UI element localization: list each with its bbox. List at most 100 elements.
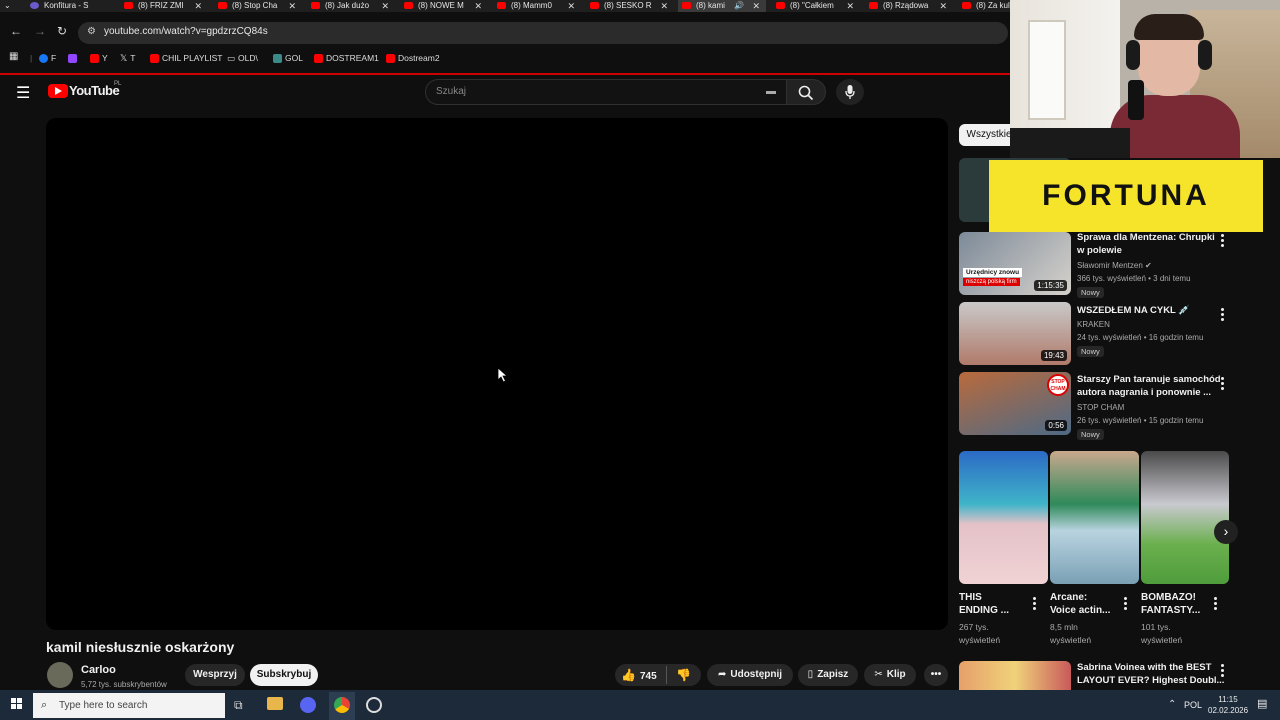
more-vertical-icon[interactable] <box>1033 597 1037 612</box>
bookmark-item[interactable]: GOL <box>273 53 303 64</box>
save-button[interactable]: ▯ Zapisz <box>798 664 858 686</box>
bookmark-item[interactable] <box>68 53 80 64</box>
new-badge: Nowy <box>1077 287 1104 298</box>
video-thumbnail[interactable]: 19:43 <box>959 302 1071 365</box>
browser-tab[interactable]: (8) Rządowa ✕ <box>869 0 947 12</box>
folder-icon: ▭ <box>227 53 236 63</box>
keyboard-icon[interactable]: ▬ <box>766 86 776 97</box>
chevron-right-icon: › <box>1223 523 1229 539</box>
browser-tab[interactable]: Konfitura - S <box>30 0 116 12</box>
video-channel[interactable]: STOP CHAM <box>1077 401 1124 414</box>
language-indicator[interactable]: POL <box>1184 700 1202 710</box>
forward-arrow-icon[interactable]: → <box>34 24 46 38</box>
more-vertical-icon[interactable] <box>1214 597 1218 612</box>
browser-tab[interactable]: (8) SESKO R ✕ <box>590 0 668 12</box>
task-view-icon[interactable]: ⧉ <box>234 698 243 713</box>
close-tab-icon[interactable]: ✕ <box>474 0 482 12</box>
short-thumbnail[interactable] <box>959 451 1048 584</box>
video-title[interactable]: Sabrina Voinea with the BEST LAYOUT EVER?… <box>1077 661 1224 687</box>
youtube-icon <box>90 54 99 64</box>
taskbar-search-input[interactable]: ⌕ Type here to search <box>33 693 225 718</box>
thumbs-down-icon[interactable]: 👎 <box>676 668 691 682</box>
twitch-icon <box>68 54 77 64</box>
chrome-icon[interactable] <box>334 697 350 713</box>
subscribe-button[interactable]: Subskrybuj <box>250 664 318 686</box>
close-tab-icon[interactable]: ✕ <box>660 0 668 12</box>
tab-list-chevron-icon[interactable]: ⌄ <box>4 0 24 12</box>
browser-tab[interactable]: (8) Stop Cha ✕ <box>218 0 296 12</box>
clock[interactable]: 11:15 02.02.2026 <box>1208 694 1248 716</box>
video-title[interactable]: Sprawa dla Mentzena: Chrupki w polewie <box>1077 231 1215 257</box>
video-title[interactable]: Starszy Pan taranuje samochód autora nagr… <box>1077 373 1221 399</box>
site-info-icon[interactable]: ⚙ <box>87 26 96 37</box>
video-title[interactable]: WSZEDŁEM NA CYKL 💉 <box>1077 304 1190 317</box>
search-input[interactable]: Szukaj ▬ <box>425 79 787 105</box>
fortuna-ad-banner[interactable]: FORTUNA <box>989 160 1263 232</box>
video-thumbnail[interactable]: STOP CHAM 0:56 <box>959 372 1071 435</box>
short-title[interactable]: THIS ENDING ... <box>959 591 1009 617</box>
browser-tab[interactable]: (8) FRIZ ZMI ✕ <box>124 0 202 12</box>
youtube-favicon-icon <box>869 2 878 10</box>
video-thumbnail[interactable] <box>959 661 1071 691</box>
more-vertical-icon[interactable] <box>1221 234 1225 249</box>
support-button[interactable]: Wesprzyj <box>185 664 245 686</box>
play-triangle-icon <box>55 87 62 95</box>
video-channel[interactable]: Sławomir Mentzen ✔ <box>1077 259 1152 272</box>
reload-icon[interactable]: ↻ <box>57 24 67 38</box>
file-explorer-icon[interactable] <box>267 697 283 710</box>
short-thumbnail[interactable] <box>1141 451 1229 584</box>
browser-tab[interactable]: (8) Jak dużo ✕ <box>311 0 389 12</box>
more-vertical-icon[interactable] <box>1221 664 1225 679</box>
video-meta: 24 tys. wyświetleń • 16 godzin temu <box>1077 333 1204 342</box>
close-tab-icon[interactable]: ✕ <box>381 0 389 12</box>
close-tab-icon[interactable]: ✕ <box>939 0 947 12</box>
bookmark-folder[interactable]: ▭ OLD\ <box>227 53 258 64</box>
bookmark-item[interactable]: Dostream2 <box>386 53 440 64</box>
more-actions-button[interactable]: ••• <box>924 664 948 686</box>
bookmark-item[interactable]: F <box>39 53 56 64</box>
shorts-next-button[interactable]: › <box>1214 520 1238 544</box>
short-title[interactable]: Arcane: Voice actin... <box>1050 591 1110 617</box>
browser-tab[interactable]: (8) Mamm0 ✕ <box>497 0 575 12</box>
close-tab-icon[interactable]: ✕ <box>752 0 760 12</box>
bookmark-item[interactable]: Y <box>90 53 108 64</box>
browser-tab[interactable]: (8) "Całkiem ✕ <box>776 0 854 12</box>
tray-chevron-up-icon[interactable]: ⌃ <box>1168 699 1176 710</box>
browser-tab[interactable]: (8) Za kuli <box>962 0 1010 12</box>
notification-icon[interactable]: ▤ <box>1257 697 1267 710</box>
address-bar-row: ← → ↻ ⚙ youtube.com/watch?v=gpdzrzCQ84s <box>0 22 1010 46</box>
windows-start-icon[interactable] <box>11 698 23 710</box>
back-arrow-icon[interactable]: ← <box>10 24 22 38</box>
channel-avatar[interactable] <box>47 662 73 688</box>
channel-name[interactable]: Carloo <box>81 664 116 676</box>
channel-subscriber-count: 5,72 tys. subskrybentów <box>81 680 167 689</box>
clip-button[interactable]: ✂ Klip <box>864 664 916 686</box>
browser-tab-active[interactable]: (8) kami 🔊 ✕ <box>678 0 766 12</box>
voice-search-button[interactable] <box>836 79 864 105</box>
close-tab-icon[interactable]: ✕ <box>288 0 296 12</box>
bookmark-item[interactable]: CHIL PLAYLIST <box>150 53 222 64</box>
discord-icon[interactable] <box>300 697 316 713</box>
more-vertical-icon[interactable] <box>1221 377 1225 392</box>
menu-hamburger-icon[interactable]: ☰ <box>16 83 30 103</box>
short-title[interactable]: BOMBAZO! FANTASTY... <box>1141 591 1200 617</box>
video-thumbnail[interactable]: Urzędnicy znowu niszczą polską firm 1:15… <box>959 232 1071 295</box>
thumbs-up-icon[interactable]: 👍 <box>621 668 636 682</box>
video-channel[interactable]: KRAKEN <box>1077 318 1110 331</box>
share-button[interactable]: ➦ Udostępnij <box>707 664 793 686</box>
apps-grid-icon[interactable]: ▦ <box>9 51 18 62</box>
close-tab-icon[interactable]: ✕ <box>567 0 575 12</box>
bookmark-item[interactable]: DOSTREAM1 <box>314 53 379 64</box>
short-thumbnail[interactable] <box>1050 451 1139 584</box>
search-button[interactable] <box>786 79 826 105</box>
close-tab-icon[interactable]: ✕ <box>846 0 854 12</box>
url-text[interactable]: youtube.com/watch?v=gpdzrzCQ84s <box>104 26 268 37</box>
obs-icon[interactable] <box>366 697 382 713</box>
browser-tab[interactable]: (8) NOWE M ✕ <box>404 0 482 12</box>
close-tab-icon[interactable]: ✕ <box>194 0 202 12</box>
like-count[interactable]: 745 <box>640 671 657 682</box>
bookmark-item[interactable]: 𝕏T <box>120 53 135 64</box>
short-views: 8,5 mln wyświetleń <box>1050 622 1092 645</box>
more-vertical-icon[interactable] <box>1124 597 1128 612</box>
more-vertical-icon[interactable] <box>1221 308 1225 323</box>
